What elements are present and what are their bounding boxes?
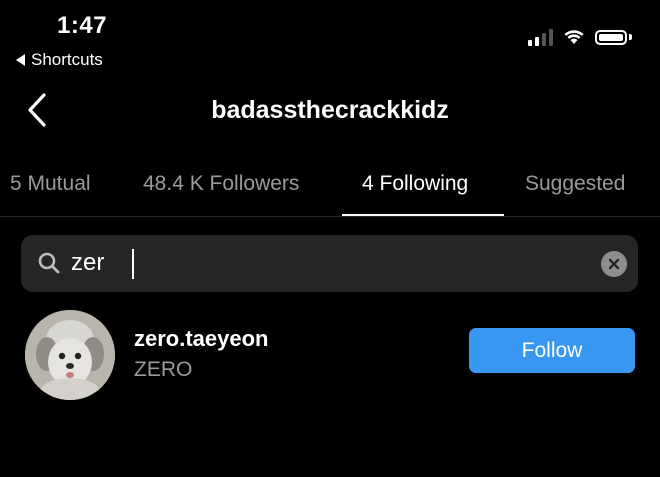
active-tab-indicator [342, 214, 504, 216]
poodle-avatar-image [25, 310, 115, 400]
page-title: badassthecrackkidz [211, 96, 449, 124]
search-icon [38, 252, 60, 274]
cellular-signal-icon [528, 28, 553, 46]
tab-following[interactable]: 4 Following [362, 172, 468, 196]
tab-suggested[interactable]: Suggested [525, 172, 625, 196]
avatar[interactable] [25, 310, 115, 400]
back-app-label: Shortcuts [31, 50, 103, 69]
status-time: 1:47 [57, 12, 108, 39]
text-caret [132, 249, 134, 279]
tab-bar: 5 Mutual 48.4 K Followers 4 Following Su… [0, 168, 660, 217]
back-to-app-link[interactable]: Shortcuts [16, 50, 103, 70]
search-bar[interactable] [21, 235, 638, 292]
username[interactable]: zero.taeyeon [134, 326, 269, 352]
wifi-icon [564, 30, 584, 44]
tab-mutual[interactable]: 5 Mutual [10, 172, 91, 196]
status-indicators [528, 28, 632, 46]
full-name: ZERO [134, 358, 193, 381]
back-triangle-icon [16, 54, 25, 66]
follow-button[interactable]: Follow [469, 328, 635, 373]
clear-search-button[interactable] [601, 251, 627, 277]
user-list-item[interactable]: zero.taeyeon ZERO Follow [0, 308, 660, 400]
battery-icon [595, 29, 632, 45]
tab-followers[interactable]: 48.4 K Followers [143, 172, 299, 196]
close-icon [608, 258, 620, 270]
search-input[interactable] [71, 245, 571, 281]
